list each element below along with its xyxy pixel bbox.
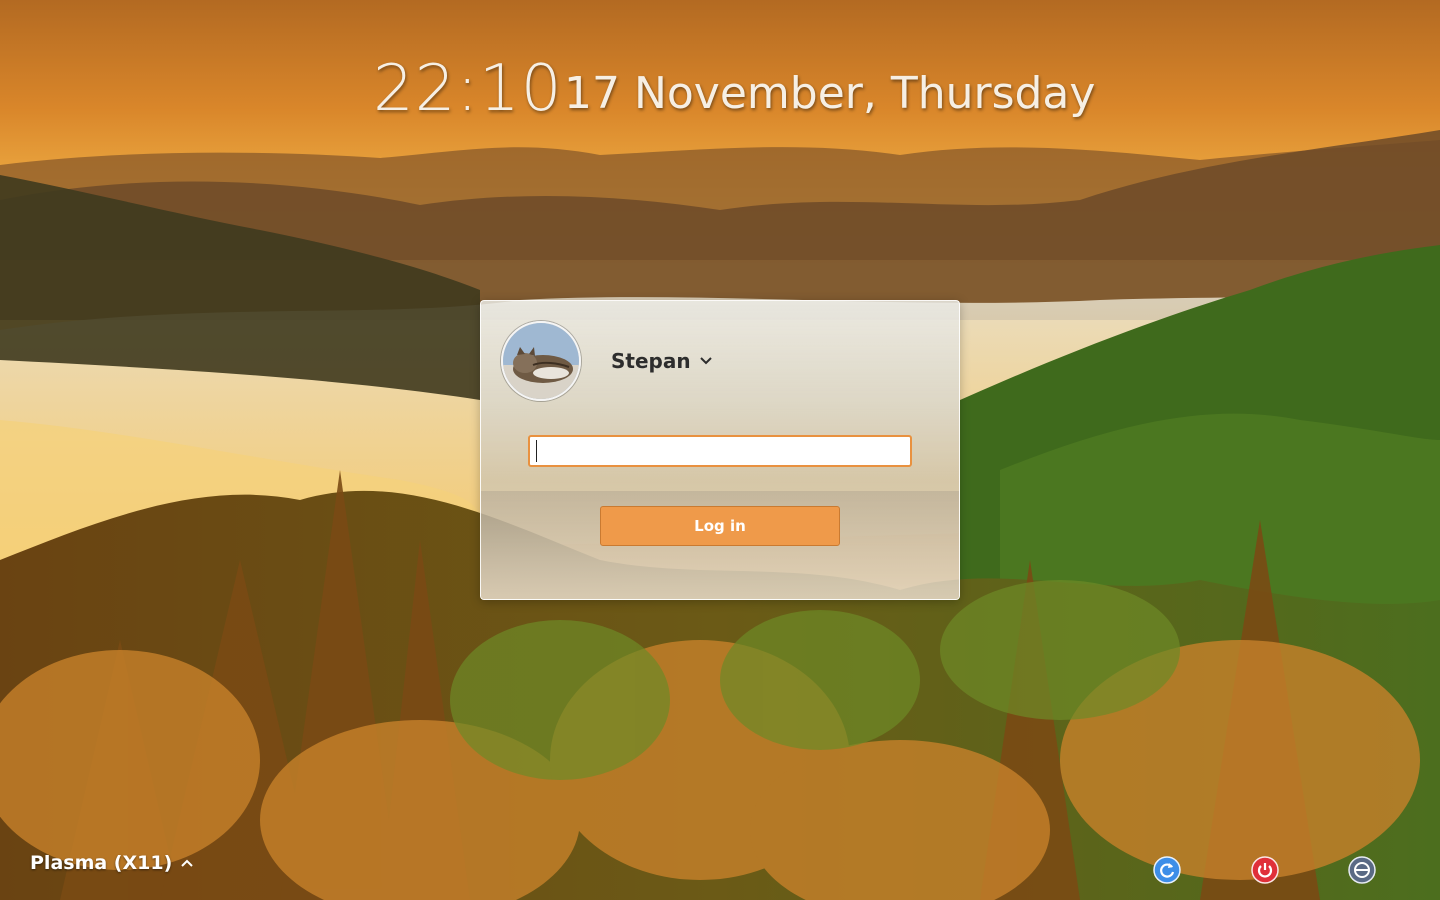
text-cursor <box>536 440 537 462</box>
restart-icon <box>1153 856 1181 884</box>
power-icon <box>1251 856 1279 884</box>
user-name: Stepan <box>611 349 691 373</box>
chevron-up-icon <box>181 859 193 867</box>
clock-time: 22:10 <box>373 52 563 126</box>
session-selector[interactable]: Plasma (X11) <box>30 852 194 874</box>
restart-button[interactable] <box>1153 856 1181 884</box>
avatar <box>501 321 581 401</box>
password-field[interactable] <box>528 435 912 467</box>
login-panel: Stepan Log in <box>480 300 960 600</box>
session-label: Plasma (X11) <box>30 852 173 874</box>
block-icon <box>1348 856 1376 884</box>
shutdown-button[interactable] <box>1251 856 1279 884</box>
switch-user-button[interactable] <box>1348 856 1376 884</box>
user-selector[interactable]: Stepan <box>611 349 713 373</box>
chevron-down-icon <box>699 357 712 365</box>
clock-date: 17 November, Thursday <box>564 68 1096 119</box>
login-button[interactable]: Log in <box>600 506 840 546</box>
